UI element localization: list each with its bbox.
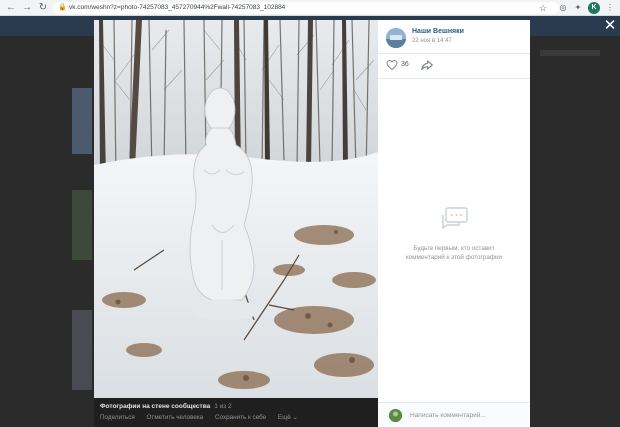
group-avatar[interactable]: [386, 28, 406, 48]
url-text: vk.com/weshn?z=photo-74257083_457270944%…: [69, 4, 286, 11]
album-title[interactable]: Фотографии на стене сообщества: [100, 403, 210, 410]
backdrop-block: [540, 50, 600, 56]
snow-sculpture-photo: [94, 20, 378, 398]
divider: [378, 78, 530, 79]
comment-bar: Написать комментарий...: [378, 402, 530, 427]
close-icon[interactable]: ✕: [602, 18, 618, 34]
backdrop-block: [72, 190, 92, 260]
more-action[interactable]: Ещё ⌄: [278, 414, 298, 421]
heart-icon[interactable]: [386, 59, 398, 71]
side-panel: Наши Вешняки 22 ноя в 14:47 36 Будьте пе…: [378, 20, 530, 427]
back-icon[interactable]: ←: [4, 1, 18, 15]
empty-comments-text: Будьте первым, кто оставит комментарий к…: [405, 245, 503, 261]
photo-counter: 1 из 2: [214, 403, 232, 410]
backdrop-block: [72, 310, 92, 390]
profile-avatar[interactable]: K: [588, 2, 600, 14]
user-avatar: [389, 409, 402, 422]
lock-icon: 🔒: [58, 4, 67, 11]
photo[interactable]: [94, 20, 378, 398]
browser-toolbar: ← → ↻ 🔒 vk.com/weshn?z=photo-74257083_45…: [0, 0, 620, 16]
menu-icon[interactable]: ⋮: [604, 2, 616, 14]
comments-icon: [442, 207, 468, 230]
photo-footer: Фотографии на стене сообщества 1 из 2 Под…: [94, 398, 378, 427]
reload-icon[interactable]: ↻: [36, 1, 50, 15]
extension-icon[interactable]: ◎: [557, 2, 569, 14]
group-name-link[interactable]: Наши Вешняки: [412, 28, 464, 35]
like-count: 36: [401, 61, 409, 68]
puzzle-icon[interactable]: ✦: [572, 2, 584, 14]
bookmark-star-icon[interactable]: ☆: [539, 2, 547, 14]
save-action[interactable]: Сохранить к себе: [215, 414, 266, 421]
share-icon[interactable]: [420, 58, 434, 72]
tag-person-action[interactable]: Отметить человека: [147, 414, 204, 421]
group-avatar-image: [386, 28, 406, 48]
forward-icon[interactable]: →: [20, 1, 34, 15]
post-date[interactable]: 22 ноя в 14:47: [412, 38, 452, 44]
backdrop-block: [72, 88, 92, 154]
share-action[interactable]: Поделиться: [100, 414, 135, 421]
user-avatar-image: [389, 409, 402, 422]
divider: [378, 53, 530, 54]
address-bar[interactable]: 🔒 vk.com/weshn?z=photo-74257083_45727094…: [53, 2, 559, 14]
comment-input[interactable]: Написать комментарий...: [410, 412, 486, 419]
